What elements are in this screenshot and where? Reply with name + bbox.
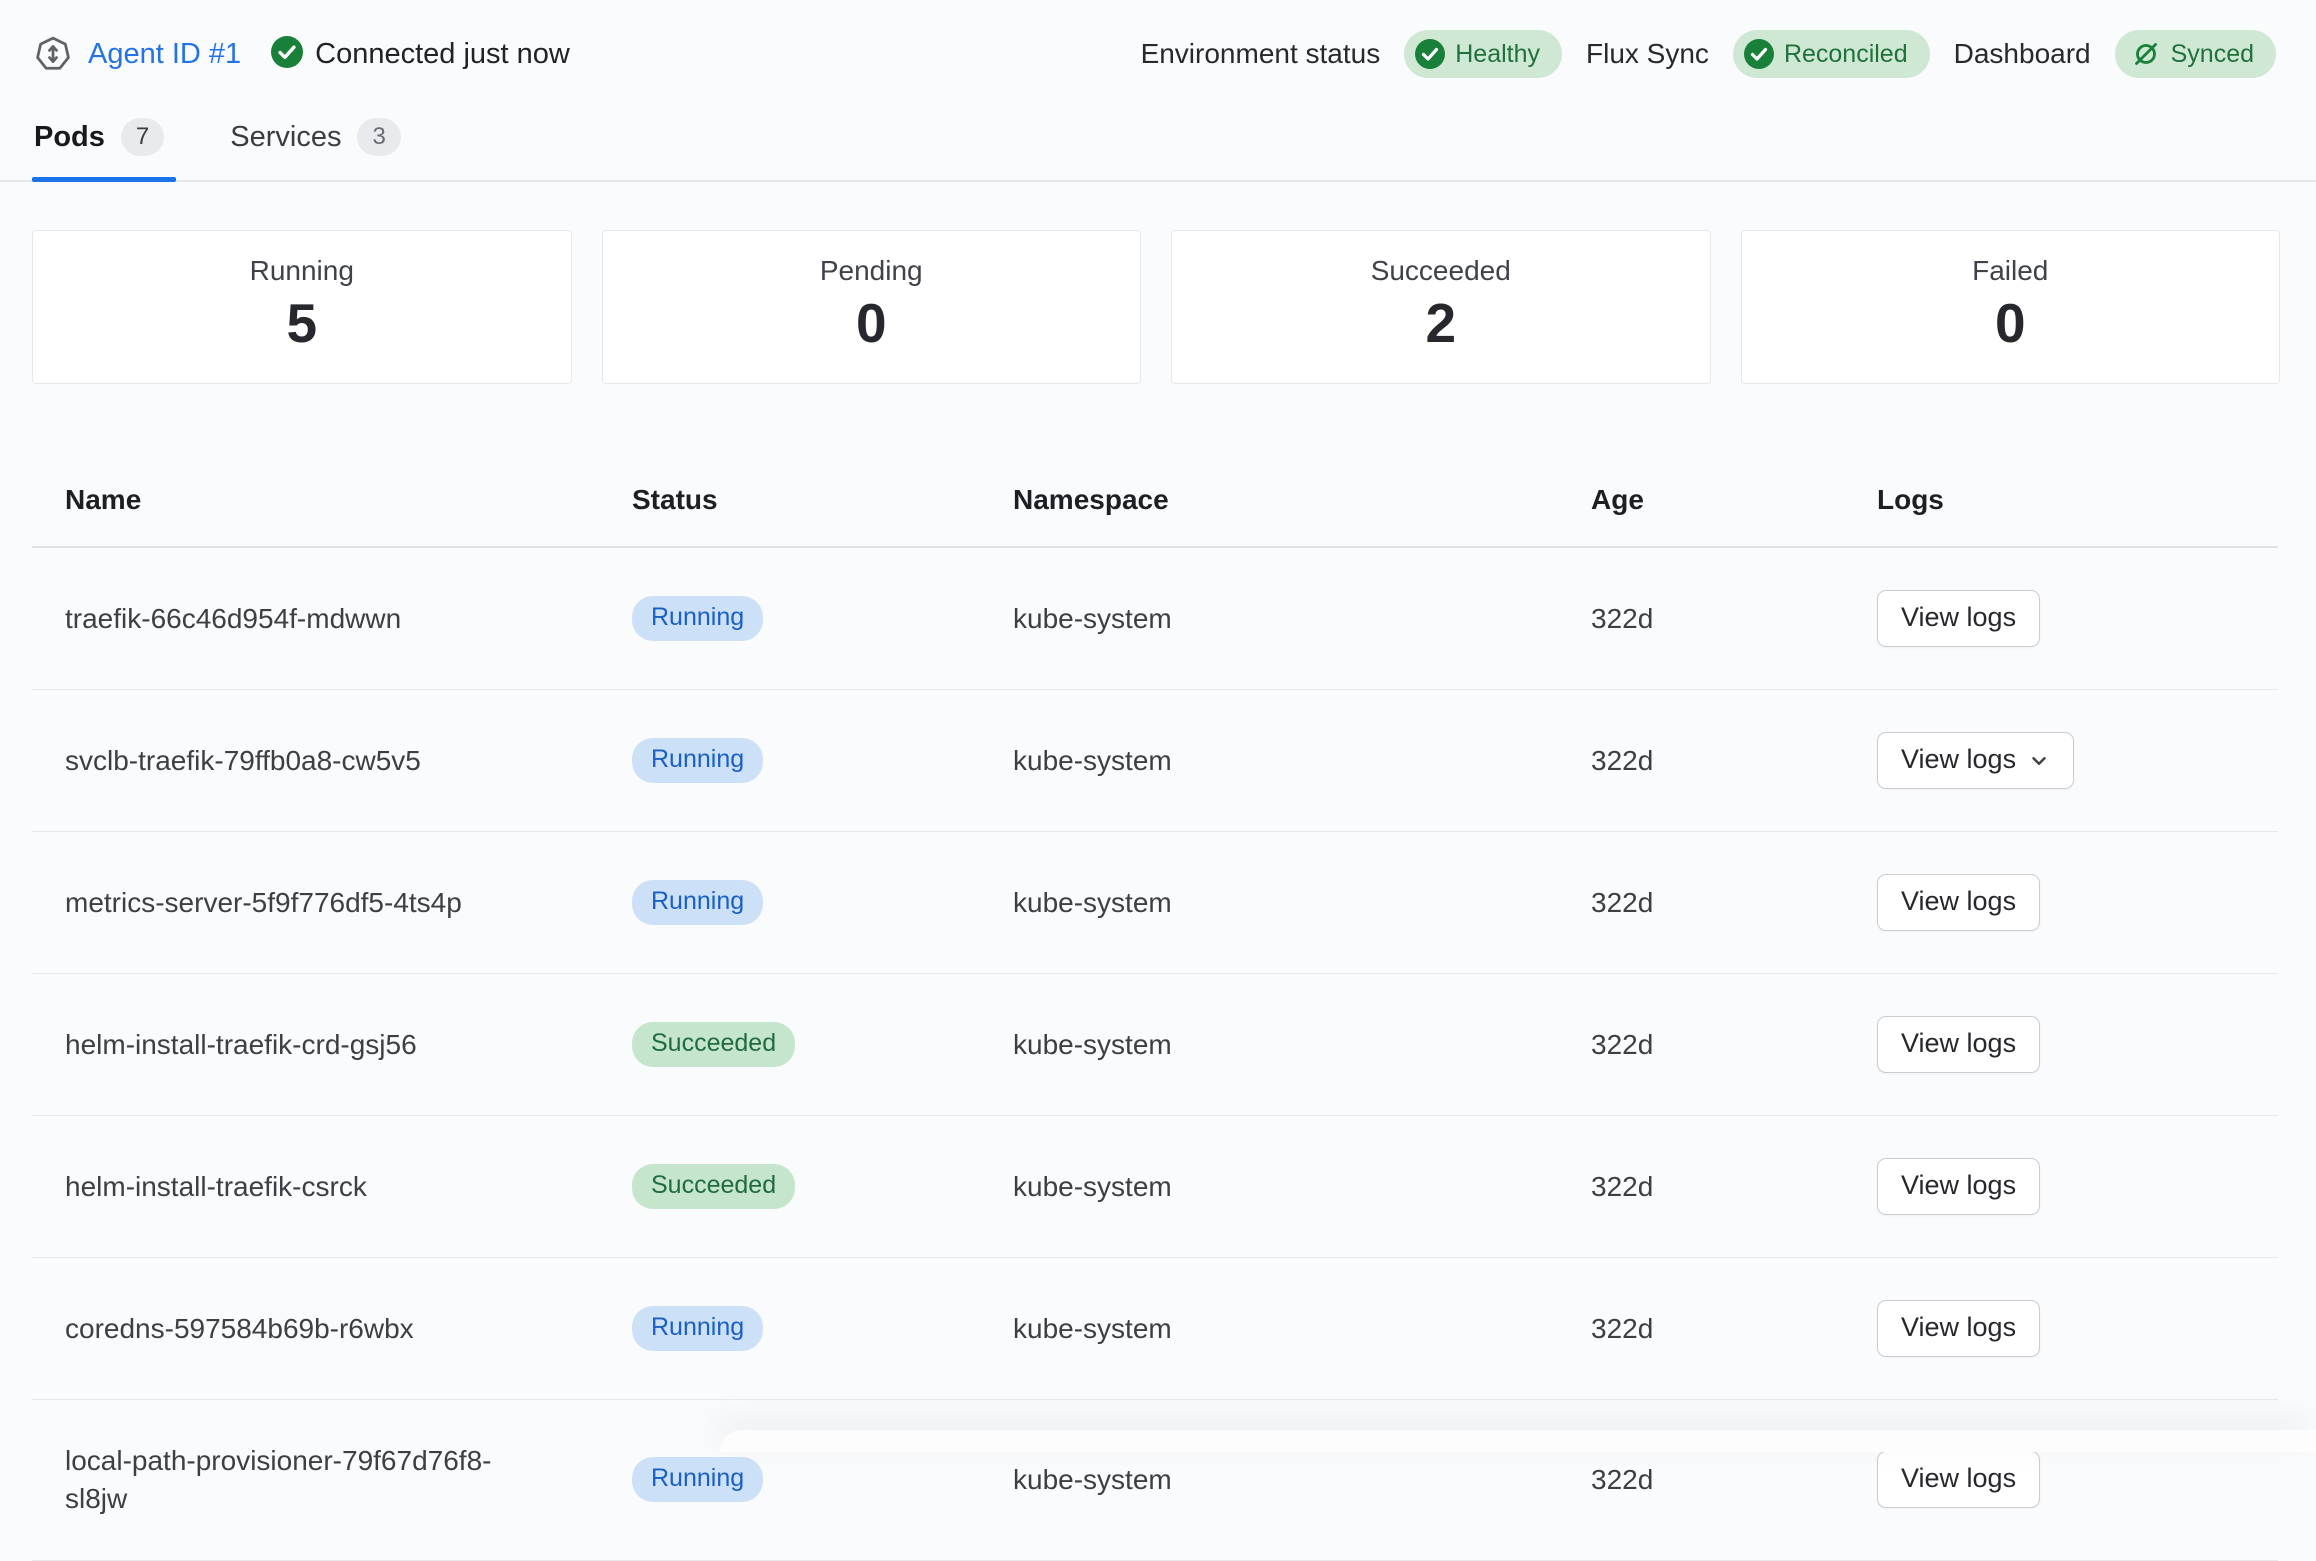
summary-card: Failed 0: [1741, 230, 2281, 384]
reconciled-badge: Reconciled: [1733, 30, 1930, 78]
summary-card: Running 5: [32, 230, 572, 384]
agent-icon: [34, 35, 72, 73]
card-value: 5: [33, 291, 571, 355]
view-logs-label: View logs: [1901, 1028, 2016, 1059]
view-logs-label: View logs: [1901, 1170, 2016, 1201]
namespace-cell: kube-system: [980, 690, 1558, 832]
card-value: 0: [603, 291, 1141, 355]
namespace-cell: kube-system: [980, 547, 1558, 690]
summary-card: Succeeded 2: [1171, 230, 1711, 384]
card-label: Failed: [1742, 255, 2280, 287]
top-bar: Agent ID #1 Connected just now Environme…: [0, 0, 2316, 78]
status-badge: Running: [632, 596, 763, 641]
pod-name: local-path-provisioner-79f67d76f8-sl8jw: [32, 1400, 599, 1561]
view-logs-button[interactable]: View logs: [1877, 1451, 2040, 1508]
environment-status-label: Environment status: [1141, 38, 1381, 70]
namespace-cell: kube-system: [980, 1400, 1558, 1561]
column-header-status: Status: [599, 450, 980, 547]
pod-name: svclb-traefik-79ffb0a8-cw5v5: [32, 690, 599, 832]
status-badge: Running: [632, 738, 763, 783]
age-cell: 322d: [1558, 690, 1844, 832]
namespace-cell: kube-system: [980, 974, 1558, 1116]
summary-cards: Running 5 Pending 0 Succeeded 2 Failed 0: [32, 230, 2280, 384]
status-badge: Running: [632, 1306, 763, 1351]
services-count-badge: 3: [357, 118, 400, 156]
age-cell: 322d: [1558, 1258, 1844, 1400]
pods-count-badge: 7: [121, 118, 164, 156]
synced-badge: Synced: [2115, 30, 2276, 78]
card-value: 0: [1742, 291, 2280, 355]
view-logs-label: View logs: [1901, 1463, 2016, 1494]
table-row: local-path-provisioner-79f67d76f8-sl8jw …: [32, 1400, 2278, 1561]
table-row: svclb-traefik-79ffb0a8-cw5v5 Running kub…: [32, 690, 2278, 832]
age-cell: 322d: [1558, 832, 1844, 974]
chevron-down-icon: [2028, 750, 2050, 772]
view-logs-label: View logs: [1901, 886, 2016, 917]
table-row: coredns-597584b69b-r6wbx Running kube-sy…: [32, 1258, 2278, 1400]
column-header-namespace: Namespace: [980, 450, 1558, 547]
age-cell: 322d: [1558, 1116, 1844, 1258]
view-logs-label: View logs: [1901, 744, 2016, 775]
card-label: Pending: [603, 255, 1141, 287]
connected-check-icon: [271, 36, 303, 73]
view-logs-label: View logs: [1901, 1312, 2016, 1343]
view-logs-button[interactable]: View logs: [1877, 590, 2040, 647]
card-label: Succeeded: [1172, 255, 1710, 287]
pods-table: Name Status Namespace Age Logs traefik-6…: [32, 450, 2278, 1561]
connection-status-text: Connected just now: [315, 38, 570, 71]
pod-name: metrics-server-5f9f776df5-4ts4p: [32, 832, 599, 974]
view-logs-button[interactable]: View logs: [1877, 874, 2040, 931]
tab-pods[interactable]: Pods 7: [32, 112, 176, 180]
check-circle-icon: [1744, 39, 1774, 69]
table-row: metrics-server-5f9f776df5-4ts4p Running …: [32, 832, 2278, 974]
table-row: helm-install-traefik-csrck Succeeded kub…: [32, 1116, 2278, 1258]
age-cell: 322d: [1558, 974, 1844, 1116]
tab-bar: Pods 7 Services 3: [0, 112, 2316, 182]
view-logs-button[interactable]: View logs: [1877, 732, 2074, 789]
age-cell: 322d: [1558, 547, 1844, 690]
table-header-row: Name Status Namespace Age Logs: [32, 450, 2278, 547]
status-badge: Succeeded: [632, 1022, 795, 1067]
tab-services[interactable]: Services 3: [228, 112, 413, 180]
pod-name: coredns-597584b69b-r6wbx: [32, 1258, 599, 1400]
agent-id-link[interactable]: Agent ID #1: [88, 38, 241, 71]
flux-sync-label: Flux Sync: [1586, 38, 1709, 70]
column-header-age: Age: [1558, 450, 1844, 547]
status-badge: Running: [632, 1457, 763, 1502]
status-badge: Running: [632, 880, 763, 925]
pod-name: helm-install-traefik-csrck: [32, 1116, 599, 1258]
pod-name: traefik-66c46d954f-mdwwn: [32, 547, 599, 690]
check-circle-icon: [1415, 39, 1445, 69]
card-value: 2: [1172, 291, 1710, 355]
age-cell: 322d: [1558, 1400, 1844, 1561]
view-logs-button[interactable]: View logs: [1877, 1016, 2040, 1073]
pod-name: helm-install-traefik-crd-gsj56: [32, 974, 599, 1116]
table-row: helm-install-traefik-crd-gsj56 Succeeded…: [32, 974, 2278, 1116]
table-body: traefik-66c46d954f-mdwwn Running kube-sy…: [32, 547, 2278, 1560]
namespace-cell: kube-system: [980, 832, 1558, 974]
summary-card: Pending 0: [602, 230, 1142, 384]
status-badge: Succeeded: [632, 1164, 795, 1209]
dashboard-label: Dashboard: [1954, 38, 2091, 70]
namespace-cell: kube-system: [980, 1116, 1558, 1258]
sync-link-icon: [2131, 39, 2161, 69]
card-label: Running: [33, 255, 571, 287]
column-header-name: Name: [32, 450, 599, 547]
healthy-badge: Healthy: [1404, 30, 1562, 78]
view-logs-label: View logs: [1901, 602, 2016, 633]
namespace-cell: kube-system: [980, 1258, 1558, 1400]
bottom-panel-edge: [720, 1430, 2316, 1452]
table-row: traefik-66c46d954f-mdwwn Running kube-sy…: [32, 547, 2278, 690]
column-header-logs: Logs: [1844, 450, 2278, 547]
view-logs-button[interactable]: View logs: [1877, 1300, 2040, 1357]
view-logs-button[interactable]: View logs: [1877, 1158, 2040, 1215]
